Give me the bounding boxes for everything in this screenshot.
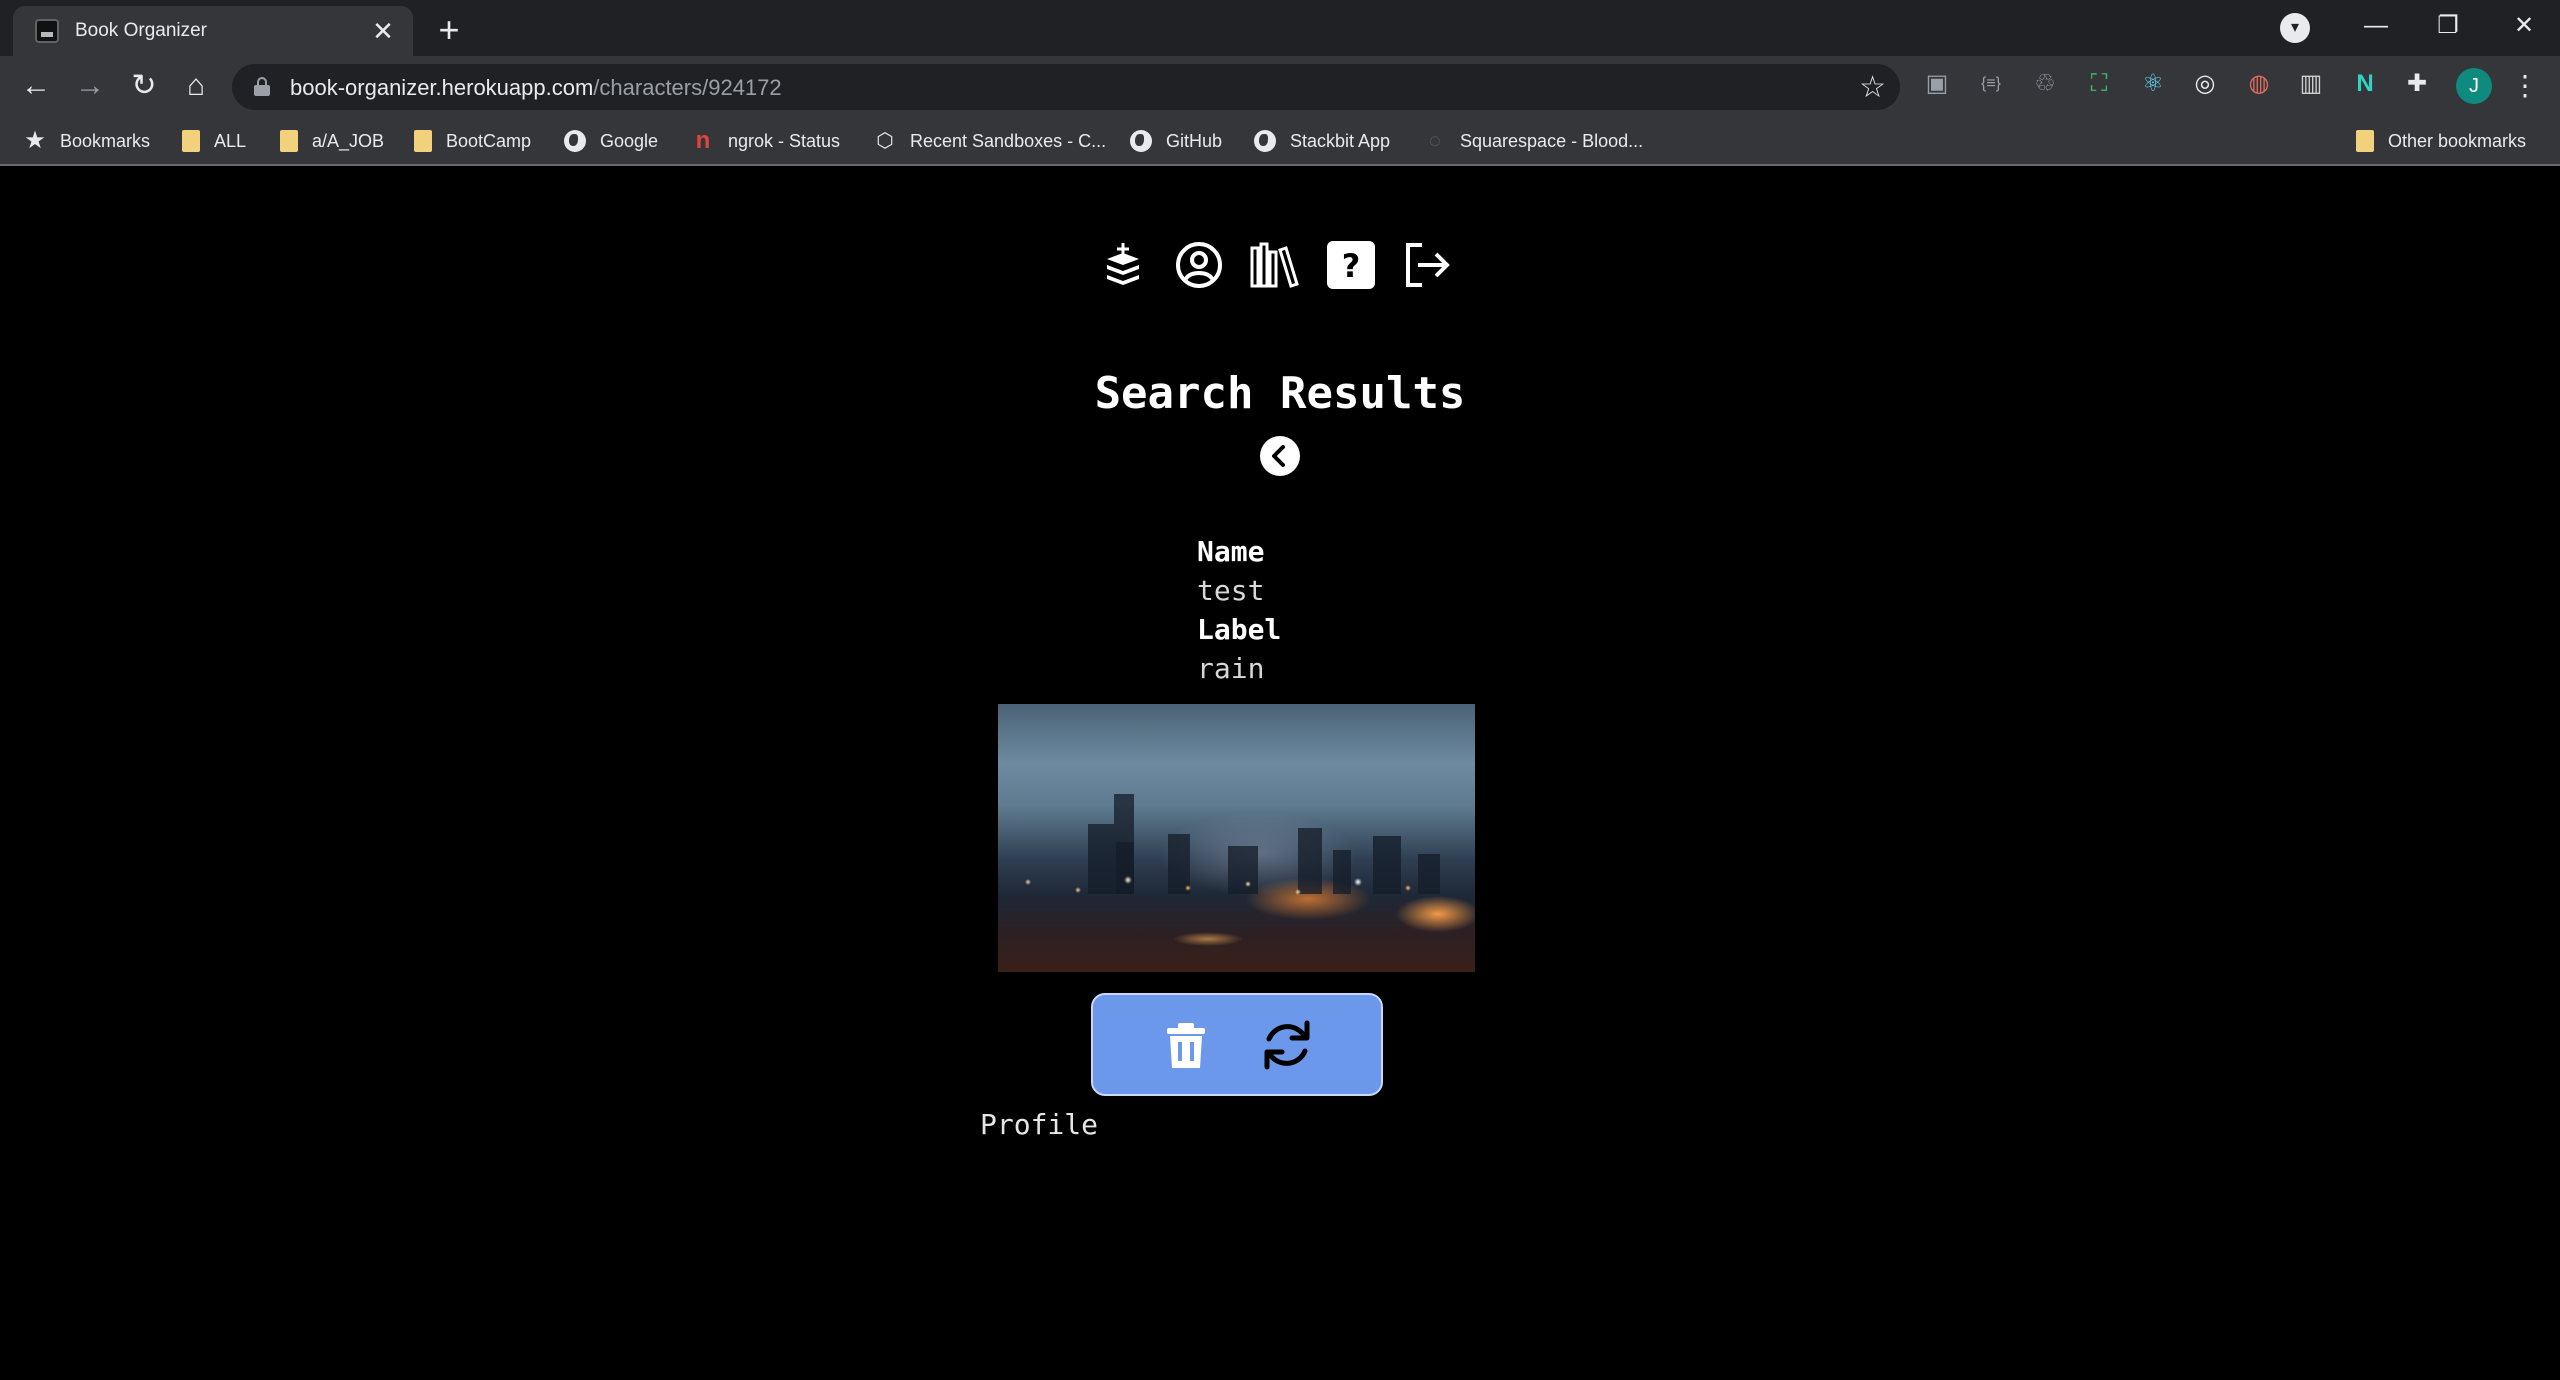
chevron-left-icon: [1272, 445, 1285, 467]
url-text[interactable]: book-organizer.herokuapp.com/characters/…: [290, 75, 782, 101]
browser-tab[interactable]: Book Organizer ✕: [13, 6, 413, 56]
minimize-button[interactable]: —: [2346, 6, 2406, 46]
back-button[interactable]: [1260, 436, 1300, 476]
trash-icon: [1167, 1023, 1205, 1068]
folder-icon: [2356, 130, 2374, 152]
refresh-icon: [1264, 1020, 1310, 1070]
squarespace-icon: ◌: [1429, 130, 1441, 152]
ngrok-icon: n: [695, 127, 711, 154]
address-bar[interactable]: book-organizer.herokuapp.com/characters/…: [232, 64, 1900, 110]
profile-link[interactable]: Profile: [980, 1108, 1098, 1141]
forward-nav-button[interactable]: →: [70, 66, 110, 106]
delete-button[interactable]: [1163, 1021, 1209, 1071]
label-value: rain: [1197, 652, 1265, 685]
library-icon[interactable]: [1250, 240, 1300, 290]
bookmark-squarespace[interactable]: ◌ Squarespace - Blood...: [1424, 126, 1643, 156]
lock-icon: [254, 77, 270, 96]
bookmark-folder-all[interactable]: ALL: [182, 126, 246, 156]
refresh-button[interactable]: [1259, 1017, 1315, 1073]
reload-button[interactable]: ↻: [124, 66, 164, 106]
browser-menu-icon[interactable]: ⋮: [2510, 68, 2540, 104]
bookmark-codesandbox[interactable]: ⬡ Recent Sandboxes - C...: [874, 126, 1106, 156]
tab-search-icon[interactable]: ▾: [2280, 13, 2310, 43]
folder-icon: [182, 130, 200, 152]
page-title: Search Results: [1094, 368, 1466, 419]
profile-icon[interactable]: [1174, 240, 1224, 290]
back-nav-button[interactable]: ←: [16, 66, 56, 106]
logout-icon[interactable]: [1402, 240, 1452, 290]
bookmarks-bar: ★ Bookmarks ALL a/A_JOB BootCamp Google n…: [0, 116, 2560, 166]
extensions-puzzle-icon[interactable]: ✚: [2402, 69, 2432, 99]
extension-n-icon[interactable]: N: [2350, 69, 2380, 99]
extension-globe-icon[interactable]: ◍: [2244, 69, 2274, 99]
extension-screenshot-icon[interactable]: ⛶: [2084, 69, 2114, 99]
browser-toolbar: ← → ↻ ⌂ book-organizer.herokuapp.com/cha…: [0, 56, 2560, 116]
help-icon[interactable]: ?: [1326, 240, 1376, 290]
character-details: Name test Label rain: [1197, 532, 1281, 688]
github-icon: [1130, 130, 1152, 152]
folder-icon: [280, 130, 298, 152]
extension-json-icon[interactable]: {≡}: [1976, 69, 2006, 99]
add-book-icon[interactable]: [1098, 240, 1148, 290]
app-nav: ?: [1098, 240, 1452, 290]
label-label: Label: [1197, 613, 1282, 646]
extension-target-icon[interactable]: ◎: [2190, 69, 2220, 99]
bookmark-github[interactable]: GitHub: [1130, 126, 1222, 156]
tab-close-button[interactable]: ✕: [369, 16, 397, 47]
browser-tabstrip: Book Organizer ✕ + ▾ — ❐ ✕: [0, 0, 2560, 56]
globe-icon: [1254, 130, 1276, 152]
bookmark-folder-aa-job[interactable]: a/A_JOB: [280, 126, 384, 156]
folder-icon: [414, 130, 432, 152]
bookmark-item[interactable]: ★ Bookmarks: [24, 126, 150, 156]
bookmark-google[interactable]: Google: [564, 126, 658, 156]
restore-button[interactable]: ❐: [2418, 6, 2478, 46]
character-image: [998, 704, 1475, 972]
extension-cast-icon[interactable]: ▣: [1922, 69, 1952, 99]
extension-barcode-icon[interactable]: ▥: [2296, 69, 2326, 99]
other-bookmarks-folder[interactable]: Other bookmarks: [2356, 126, 2526, 156]
bookmark-ngrok[interactable]: n ngrok - Status: [692, 126, 840, 156]
book-organizer-favicon-icon: [35, 19, 59, 43]
profile-avatar[interactable]: J: [2456, 68, 2492, 104]
codesandbox-icon: ⬡: [876, 130, 894, 152]
svg-text:?: ?: [1342, 247, 1361, 285]
name-value: test: [1197, 574, 1265, 607]
extension-recycle-icon[interactable]: ♲: [2030, 69, 2060, 99]
bookmark-stackbit[interactable]: Stackbit App: [1254, 126, 1390, 156]
new-tab-button[interactable]: +: [428, 10, 470, 52]
close-window-button[interactable]: ✕: [2494, 6, 2554, 46]
action-bar: [1091, 993, 1383, 1096]
home-button[interactable]: ⌂: [176, 66, 216, 106]
tab-title: Book Organizer: [75, 20, 208, 41]
bookmark-folder-bootcamp[interactable]: BootCamp: [414, 126, 531, 156]
name-label: Name: [1197, 535, 1265, 568]
react-devtools-icon[interactable]: ⚛: [2138, 69, 2168, 99]
globe-icon: [564, 130, 586, 152]
bookmark-star-icon[interactable]: ☆: [1859, 70, 1886, 105]
star-icon: ★: [24, 127, 46, 154]
